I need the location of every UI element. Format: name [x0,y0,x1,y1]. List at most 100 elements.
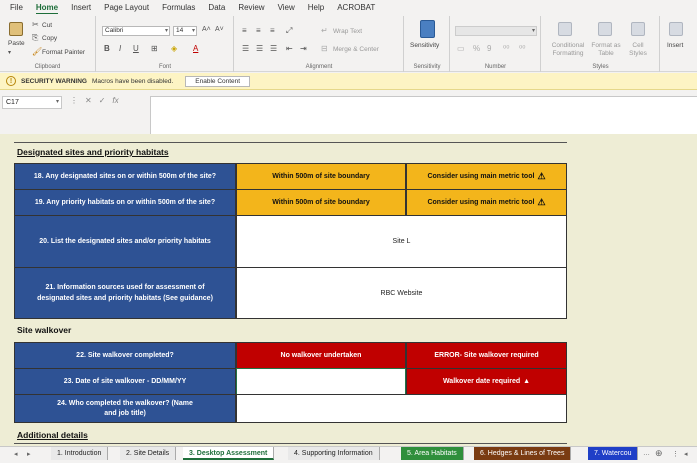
answer-22[interactable]: No walkover undertaken [236,342,406,369]
paste-button[interactable]: Paste [8,40,25,47]
answer-24[interactable] [236,394,567,423]
add-sheet-icon[interactable]: ⊕ [655,448,663,459]
comma-icon[interactable]: 9 [487,44,491,53]
sheet-tab-supporting-information[interactable]: 4. Supporting Information [288,447,380,460]
borders-icon[interactable]: ⊞ [151,44,158,53]
error-22: ERROR- Site walkover required [406,342,567,369]
tab-file[interactable]: File [10,3,23,12]
conditional-formatting-button[interactable]: Conditional Formatting [548,42,588,58]
guidance-19-text: Consider using main metric tool [427,199,535,206]
formula-input[interactable] [150,96,697,134]
insert-button[interactable]: Insert [667,42,683,49]
format-as-table-button[interactable]: Format as Table [590,42,622,58]
sheet-tab-watercourses[interactable]: 7. Watercou [588,447,639,460]
tab-acrobat[interactable]: ACROBAT [337,3,375,12]
error-23-text: Walkover date required [442,378,521,385]
align-bottom-icon[interactable]: ≡ [270,26,275,35]
font-family-select[interactable]: Calibri ▾ [102,26,170,36]
font-color-icon[interactable]: A [193,44,198,53]
security-warning-bar: ! SECURITY WARNING Macros have been disa… [0,73,697,90]
tab-page-layout[interactable]: Page Layout [104,3,149,12]
tab-review[interactable]: Review [238,3,264,12]
security-warning-title: SECURITY WARNING [21,77,87,85]
scissors-icon: ✂ [32,20,39,29]
paste-dropdown-icon[interactable]: ▾ [8,49,11,56]
answer-21[interactable]: RBC Website [236,267,567,319]
underline-icon[interactable]: U [133,44,139,53]
enable-content-button[interactable]: Enable Content [185,75,251,87]
cancel-icon[interactable]: ✕ [85,96,92,105]
formula-bar: C17 ▾ ⋮ ✕ ✓ fx [0,91,697,134]
sheet-tab-hedges[interactable]: 6. Hedges & Lines of Trees [474,447,572,460]
align-center-icon[interactable]: ☰ [256,44,263,53]
shield-icon: ! [6,76,16,86]
question-19: 19. Any priority habitats on or within 5… [14,189,236,216]
align-top-icon[interactable]: ≡ [242,26,247,35]
fx-icon[interactable]: fx [112,96,118,105]
cell-styles-button[interactable]: Cell Styles [626,42,650,58]
answer-19[interactable]: Within 500m of site boundary [236,189,406,216]
copy-button[interactable]: Copy [42,35,57,42]
tab-split-icon[interactable]: ⋮ [672,450,679,458]
shrink-font-icon[interactable]: A˅ [215,26,224,33]
table-row: 20. List the designated sites and/or pri… [14,215,567,268]
tab-formulas[interactable]: Formulas [162,3,195,12]
decrease-decimal-icon[interactable]: ⁰⁰ [519,44,525,53]
clipboard-group: Paste ▾ ✂ Cut ⎘ Copy 🖌 Format Painter Cl… [0,16,96,72]
tab-help[interactable]: Help [308,3,324,12]
styles-label: Styles [592,64,609,70]
font-size-select[interactable]: 14 ▾ [173,26,197,36]
answer-18[interactable]: Within 500m of site boundary [236,163,406,190]
enter-icon[interactable]: ✓ [99,96,106,105]
sheet-tab-desktop-assessment[interactable]: 3. Desktop Assessment [183,447,275,460]
security-warning-message: Macros have been disabled. [91,77,174,85]
worksheet: Designated sites and priority habitats 1… [0,134,697,446]
tab-home[interactable]: Home [35,3,59,15]
cell-styles-icon [631,22,645,36]
scroll-tabs-left-icon[interactable]: ◂ [14,450,18,458]
tab-data[interactable]: Data [208,3,225,12]
fill-color-icon[interactable]: ◈ [171,44,177,53]
merge-center-button[interactable]: Merge & Center [333,46,379,53]
insert-cells-icon [669,22,683,36]
tab-view[interactable]: View [278,3,295,12]
answer-20[interactable]: Site L [236,215,567,268]
question-23: 23. Date of site walkover - DD/MM/YY [14,368,236,395]
currency-icon[interactable]: ▭ [457,44,465,53]
sensitivity-button[interactable]: Sensitivity [410,42,439,49]
more-tabs-icon[interactable]: … [643,450,650,457]
table-row: 24. Who completed the walkover? (Name an… [14,394,567,423]
grow-font-icon[interactable]: A˄ [202,26,211,33]
alignment-label: Alignment [305,64,333,70]
name-box[interactable]: C17 ▾ [2,96,62,109]
format-painter-button[interactable]: Format Painter [42,49,85,56]
align-left-icon[interactable]: ☰ [242,44,249,53]
sheet-tab-introduction[interactable]: 1. Introduction [51,447,109,460]
scroll-tabs-right-icon[interactable]: ▸ [27,450,31,458]
chevron-down-icon: ▾ [191,28,195,34]
decrease-indent-icon[interactable]: ⇤ [286,44,293,53]
horizontal-scroll-left-icon[interactable]: ◂ [684,450,688,458]
wrap-text-button[interactable]: Wrap Text [333,28,362,35]
sheet-tab-site-details[interactable]: 2. Site Details [120,447,177,460]
conditional-formatting-icon [558,22,572,36]
cut-button[interactable]: Cut [42,22,52,29]
increase-indent-icon[interactable]: ⇥ [300,44,307,53]
number-format-select[interactable]: ▾ [455,26,537,36]
clipboard-label: Clipboard [34,64,61,70]
italic-icon[interactable]: I [119,44,121,53]
table-row: 21. Information sources used for assessm… [14,267,567,319]
answer-23-date-input[interactable] [236,368,406,395]
bold-icon[interactable]: B [104,44,110,53]
increase-decimal-icon[interactable]: ⁰⁰ [503,44,509,53]
formula-icons: ⋮ ✕ ✓ fx [70,96,119,105]
align-middle-icon[interactable]: ≡ [256,26,261,35]
orientation-icon[interactable]: ⤢ [286,26,292,36]
merge-icon: ⊟ [321,44,328,53]
align-right-icon[interactable]: ☰ [270,44,277,53]
sheet-tab-area-habitats[interactable]: 5. Area Habitats [401,447,464,460]
percent-icon[interactable]: % [473,44,480,53]
chevron-down-icon: ▾ [164,28,168,34]
sensitivity-group: Sensitivity Sensitivity [405,16,450,72]
tab-insert[interactable]: Insert [71,3,91,12]
